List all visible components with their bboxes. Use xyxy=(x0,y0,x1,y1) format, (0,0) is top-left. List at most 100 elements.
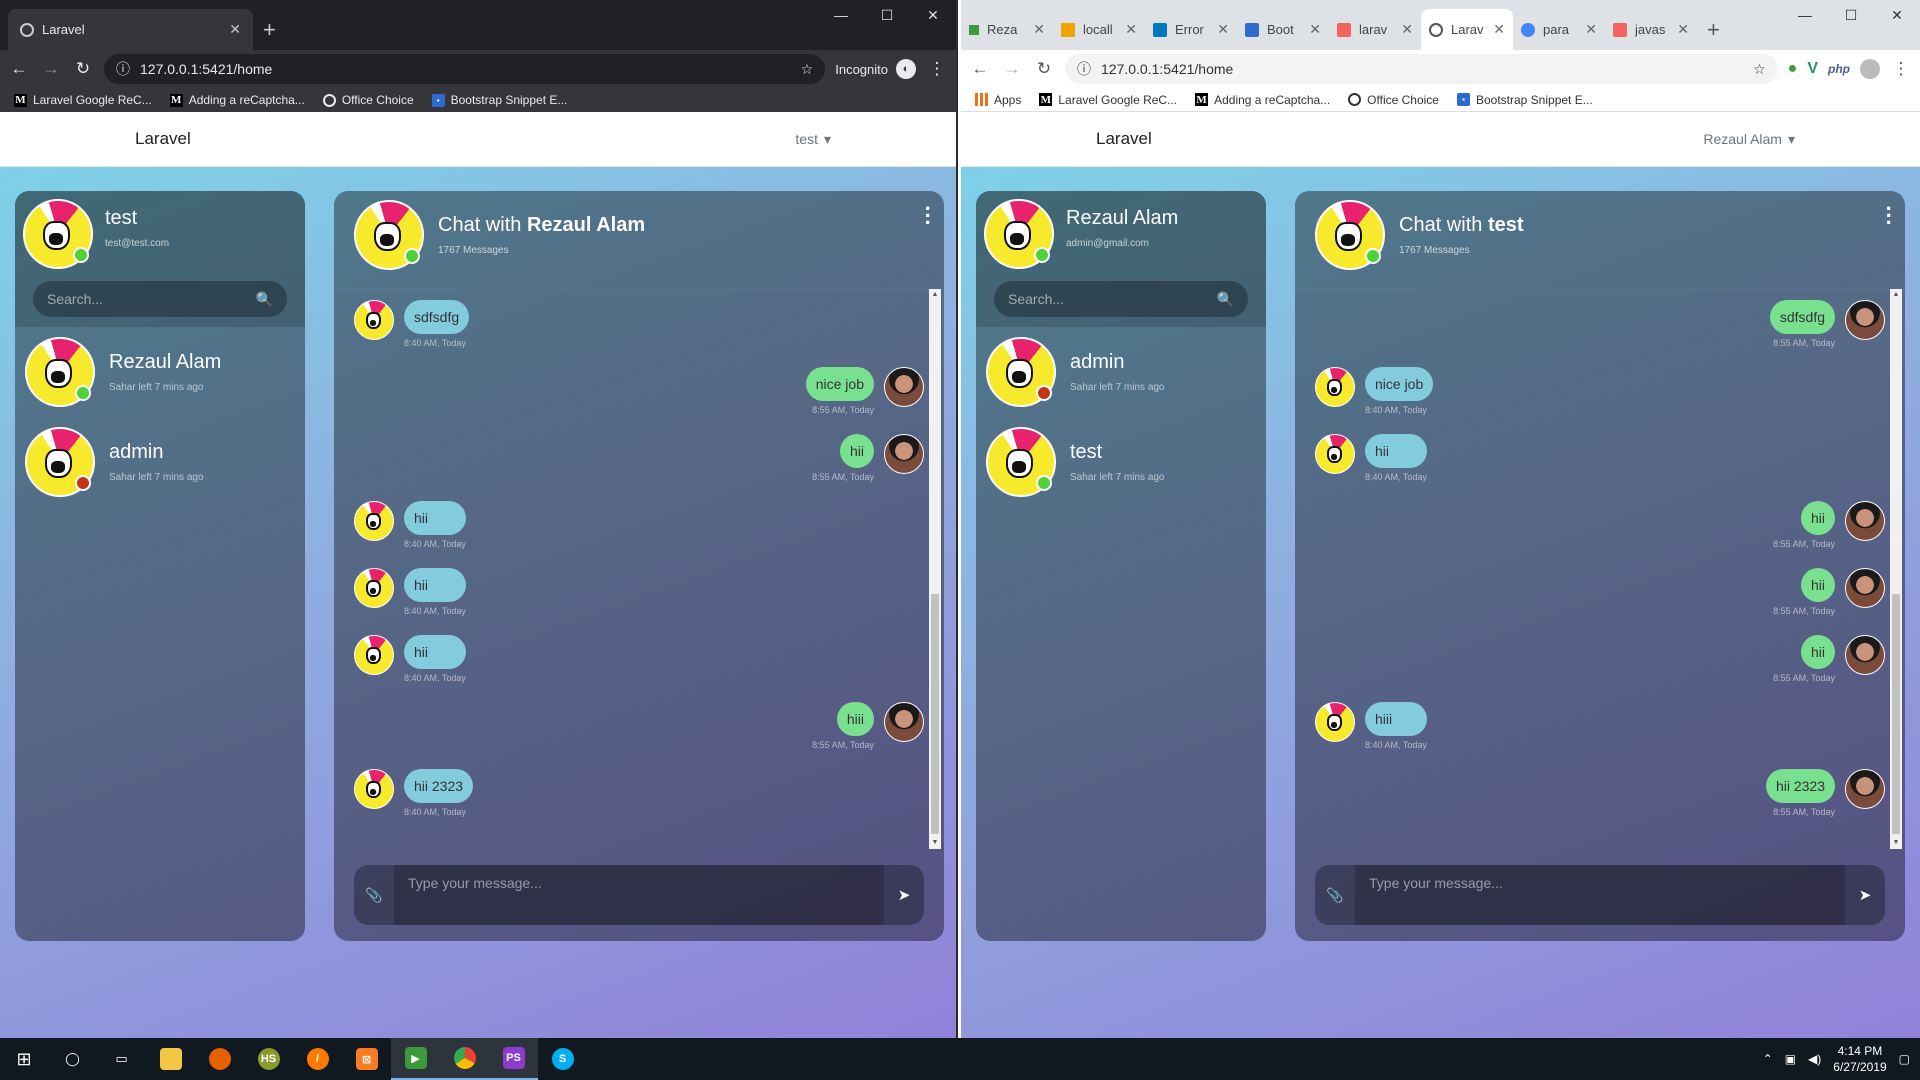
chevron-up-icon[interactable]: ⌃ xyxy=(1763,1052,1773,1066)
scroll-down-icon[interactable]: ▼ xyxy=(1890,837,1902,849)
send-icon[interactable]: ➤ xyxy=(1845,886,1885,904)
firefox-icon[interactable] xyxy=(195,1038,244,1080)
message-input[interactable] xyxy=(394,865,884,925)
profile-avatar-icon[interactable] xyxy=(1860,59,1880,79)
chrome-icon[interactable] xyxy=(440,1038,489,1080)
search-input[interactable] xyxy=(47,291,256,307)
extension-icon[interactable]: ● xyxy=(1788,60,1798,78)
bookmark-item[interactable]: M Laravel Google ReC... xyxy=(14,93,152,107)
close-window-icon[interactable]: ✕ xyxy=(1874,0,1920,30)
tab[interactable]: javas ✕ xyxy=(1605,9,1697,50)
reload-icon[interactable]: ↻ xyxy=(72,59,94,79)
close-tab-icon[interactable]: ✕ xyxy=(1493,21,1505,38)
scroll-up-icon[interactable]: ▲ xyxy=(1890,289,1902,301)
avatar xyxy=(354,200,424,270)
bookmark-item[interactable]: Office Choice xyxy=(1348,93,1439,107)
minimize-icon[interactable]: — xyxy=(1782,0,1828,30)
scroll-thumb[interactable] xyxy=(1892,594,1900,834)
back-icon[interactable]: ← xyxy=(8,59,30,79)
minimize-icon[interactable]: — xyxy=(818,0,864,30)
user-dropdown[interactable]: Rezaul Alam ▾ xyxy=(1703,131,1795,148)
forward-icon[interactable]: → xyxy=(1001,59,1023,79)
file-explorer-icon[interactable] xyxy=(146,1038,195,1080)
forward-icon[interactable]: → xyxy=(40,59,62,79)
reload-icon[interactable]: ↻ xyxy=(1033,59,1055,79)
info-icon[interactable]: ⓘ xyxy=(1077,59,1091,79)
message-scrollbar[interactable]: ▲ ▼ xyxy=(929,289,941,849)
message-input[interactable] xyxy=(1355,865,1845,925)
tab-laravel[interactable]: Larav ✕ xyxy=(1421,9,1513,50)
bookmark-item[interactable]: M Adding a reCaptcha... xyxy=(169,93,305,107)
contact-item-admin[interactable]: admin Sahar left 7 mins ago xyxy=(976,327,1266,417)
bookmark-item[interactable]: M Adding a reCaptcha... xyxy=(1195,93,1330,107)
bookmark-item[interactable]: Office Choice xyxy=(322,93,414,107)
contact-item-test[interactable]: test Sahar left 7 mins ago xyxy=(976,417,1266,507)
new-tab-button[interactable]: + xyxy=(1697,9,1730,50)
search-circle-icon[interactable]: ◯ xyxy=(48,1038,97,1080)
close-tab-icon[interactable]: ✕ xyxy=(1677,21,1689,38)
php-extension-icon[interactable]: php xyxy=(1828,62,1850,76)
tab-laravel[interactable]: Laravel ✕ xyxy=(8,9,253,50)
star-icon[interactable]: ☆ xyxy=(1753,61,1766,78)
menu-icon[interactable]: ⋮ xyxy=(926,59,948,79)
tab[interactable]: Reza ✕ xyxy=(961,9,1053,50)
contact-item-admin[interactable]: admin Sahar left 7 mins ago xyxy=(15,417,305,507)
close-tab-icon[interactable]: ✕ xyxy=(1033,21,1045,38)
send-icon[interactable]: ➤ xyxy=(884,886,924,904)
bookmark-apps[interactable]: Apps xyxy=(975,93,1021,107)
more-options-icon[interactable]: · · · xyxy=(1886,198,1893,234)
address-bar[interactable]: ⓘ 127.0.0.1:5421/home ☆ xyxy=(104,54,826,84)
brand-link[interactable]: Laravel xyxy=(135,129,191,149)
xampp-icon[interactable]: ⊠ xyxy=(342,1038,391,1080)
task-view-icon[interactable]: ▭ xyxy=(97,1038,146,1080)
search-icon[interactable]: 🔍 xyxy=(256,291,273,308)
notifications-icon[interactable]: ▢ xyxy=(1899,1052,1910,1066)
tab[interactable]: Error ✕ xyxy=(1145,9,1237,50)
paperclip-icon[interactable]: 📎 xyxy=(1315,887,1355,904)
windows-start-icon[interactable]: ⊞ xyxy=(0,1049,48,1070)
tab[interactable]: para ✕ xyxy=(1513,9,1605,50)
more-options-icon[interactable]: · · · xyxy=(925,198,932,234)
scroll-down-icon[interactable]: ▼ xyxy=(929,837,941,849)
brand-link[interactable]: Laravel xyxy=(1096,129,1152,149)
new-tab-button[interactable]: + xyxy=(253,9,286,50)
scroll-thumb[interactable] xyxy=(931,594,939,834)
star-icon[interactable]: ☆ xyxy=(801,61,814,78)
menu-icon[interactable]: ⋮ xyxy=(1890,59,1912,79)
close-tab-icon[interactable]: ✕ xyxy=(1217,21,1229,38)
sublime-icon[interactable]: / xyxy=(293,1038,342,1080)
close-tab-icon[interactable]: ✕ xyxy=(1401,21,1413,38)
maximize-icon[interactable]: ☐ xyxy=(864,0,910,30)
phpstorm-icon[interactable]: PS xyxy=(489,1038,538,1080)
heidisql-icon[interactable]: HS xyxy=(244,1038,293,1080)
bookmark-item[interactable]: ▪ Bootstrap Snippet E... xyxy=(1456,93,1593,107)
terminal-icon[interactable]: ▶ xyxy=(391,1038,440,1080)
user-dropdown[interactable]: test ▾ xyxy=(795,131,831,148)
info-icon[interactable]: ⓘ xyxy=(116,59,130,79)
volume-icon[interactable]: ◀) xyxy=(1808,1052,1821,1066)
close-tab-icon[interactable]: ✕ xyxy=(229,21,241,38)
maximize-icon[interactable]: ☐ xyxy=(1828,0,1874,30)
skype-icon[interactable]: S xyxy=(538,1038,587,1080)
address-bar[interactable]: ⓘ 127.0.0.1:5421/home ☆ xyxy=(1065,54,1778,84)
close-tab-icon[interactable]: ✕ xyxy=(1585,21,1597,38)
message-scrollbar[interactable]: ▲ ▼ xyxy=(1890,289,1902,849)
tab[interactable]: larav ✕ xyxy=(1329,9,1421,50)
close-tab-icon[interactable]: ✕ xyxy=(1125,21,1137,38)
network-icon[interactable]: ▣ xyxy=(1785,1052,1796,1066)
clock[interactable]: 4:14 PM 6/27/2019 xyxy=(1833,1043,1886,1075)
paperclip-icon[interactable]: 📎 xyxy=(354,887,394,904)
tab[interactable]: locall ✕ xyxy=(1053,9,1145,50)
close-tab-icon[interactable]: ✕ xyxy=(1309,21,1321,38)
bookmark-item[interactable]: M Laravel Google ReC... xyxy=(1039,93,1177,107)
tab[interactable]: Boot ✕ xyxy=(1237,9,1329,50)
vue-devtools-icon[interactable]: V xyxy=(1807,60,1818,78)
incognito-indicator[interactable]: Incognito ◐ xyxy=(835,59,916,79)
scroll-up-icon[interactable]: ▲ xyxy=(929,289,941,301)
close-window-icon[interactable]: ✕ xyxy=(910,0,956,30)
search-icon[interactable]: 🔍 xyxy=(1217,291,1234,308)
contact-item-rezaul-alam[interactable]: Rezaul Alam Sahar left 7 mins ago xyxy=(15,327,305,417)
search-input[interactable] xyxy=(1008,291,1217,307)
back-icon[interactable]: ← xyxy=(969,59,991,79)
bookmark-item[interactable]: ▪ Bootstrap Snippet E... xyxy=(431,93,567,107)
